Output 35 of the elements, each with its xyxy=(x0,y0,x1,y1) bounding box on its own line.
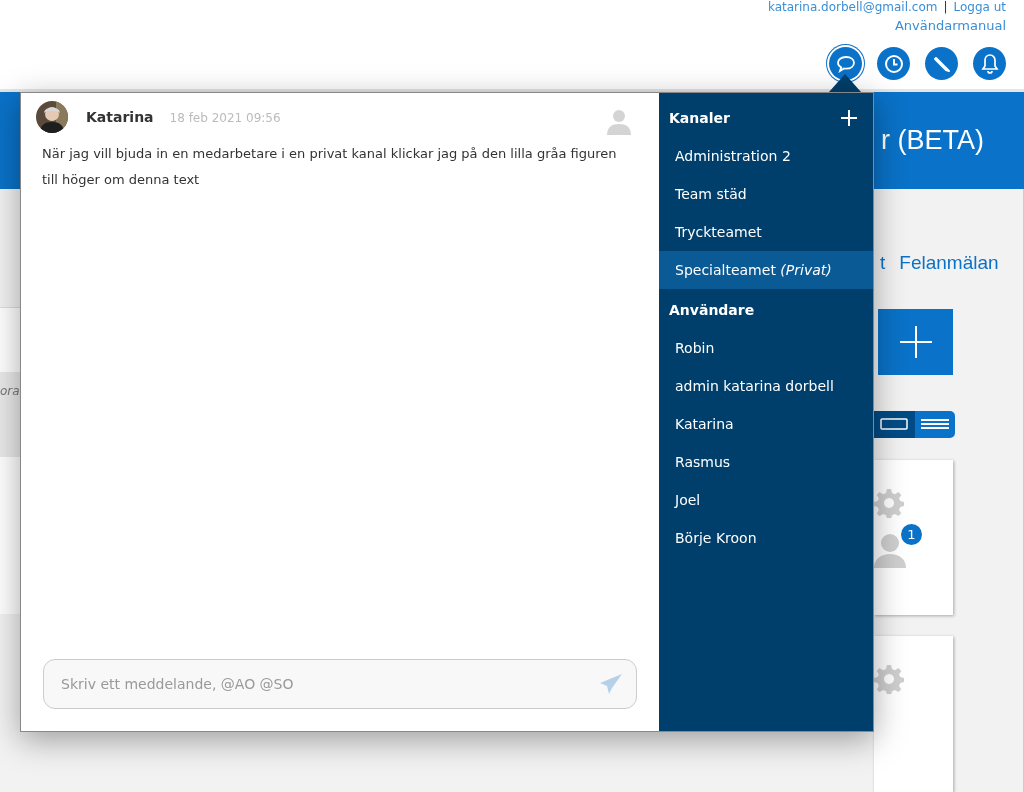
channel-item[interactable]: Tryckteamet xyxy=(659,213,873,251)
user-item[interactable]: Robin xyxy=(659,329,873,367)
pencil-icon[interactable] xyxy=(925,47,958,80)
channel-item[interactable]: Specialteamet (Privat) xyxy=(659,251,873,289)
add-icon[interactable] xyxy=(839,108,859,128)
user-item[interactable]: Rasmus xyxy=(659,443,873,481)
user-item[interactable]: admin katarina dorbell xyxy=(659,367,873,405)
manual-link[interactable]: Användarmanual xyxy=(894,18,1006,33)
clock-icon[interactable] xyxy=(877,47,910,80)
nav-link[interactable]: t xyxy=(880,252,886,274)
channel-item[interactable]: Team städ xyxy=(659,175,873,213)
bell-icon[interactable] xyxy=(973,47,1006,80)
user-item[interactable]: Börje Kroon xyxy=(659,519,873,557)
add-button[interactable] xyxy=(878,309,953,375)
channel-item[interactable]: Administration 2 xyxy=(659,137,873,175)
separator-text: | xyxy=(943,0,948,14)
message-field[interactable]: Skriv ett meddelande, @AO @SO xyxy=(43,659,637,709)
chat-icon[interactable] xyxy=(829,47,862,80)
user-item[interactable]: Katarina xyxy=(659,405,873,443)
user-item[interactable]: Joel xyxy=(659,481,873,519)
banner-title: r (BETA) xyxy=(881,125,984,156)
count-badge: 1 xyxy=(901,523,922,545)
message-text: När jag vill bjuda in en medarbetare i en privat kanal klickar jag på den lilla gråa figuren till höger om denna text xyxy=(41,145,618,189)
section-heading: Kanaler xyxy=(669,110,730,126)
message-time: 18 feb 2021 09:56 xyxy=(169,111,281,125)
person-icon[interactable] xyxy=(874,531,906,568)
author-name: Katarina xyxy=(86,109,154,125)
section-heading: Användare xyxy=(669,302,755,318)
logout-link[interactable]: Logga ut xyxy=(953,0,1006,14)
email-link[interactable]: katarina.dorbell@gmail.com xyxy=(767,0,938,14)
list-view-icon[interactable] xyxy=(914,410,955,438)
hint-text: ora xyxy=(0,384,20,398)
nav-link[interactable]: Felanmälan xyxy=(899,252,999,274)
card-view-icon[interactable] xyxy=(874,410,915,438)
plus-icon xyxy=(898,324,933,359)
